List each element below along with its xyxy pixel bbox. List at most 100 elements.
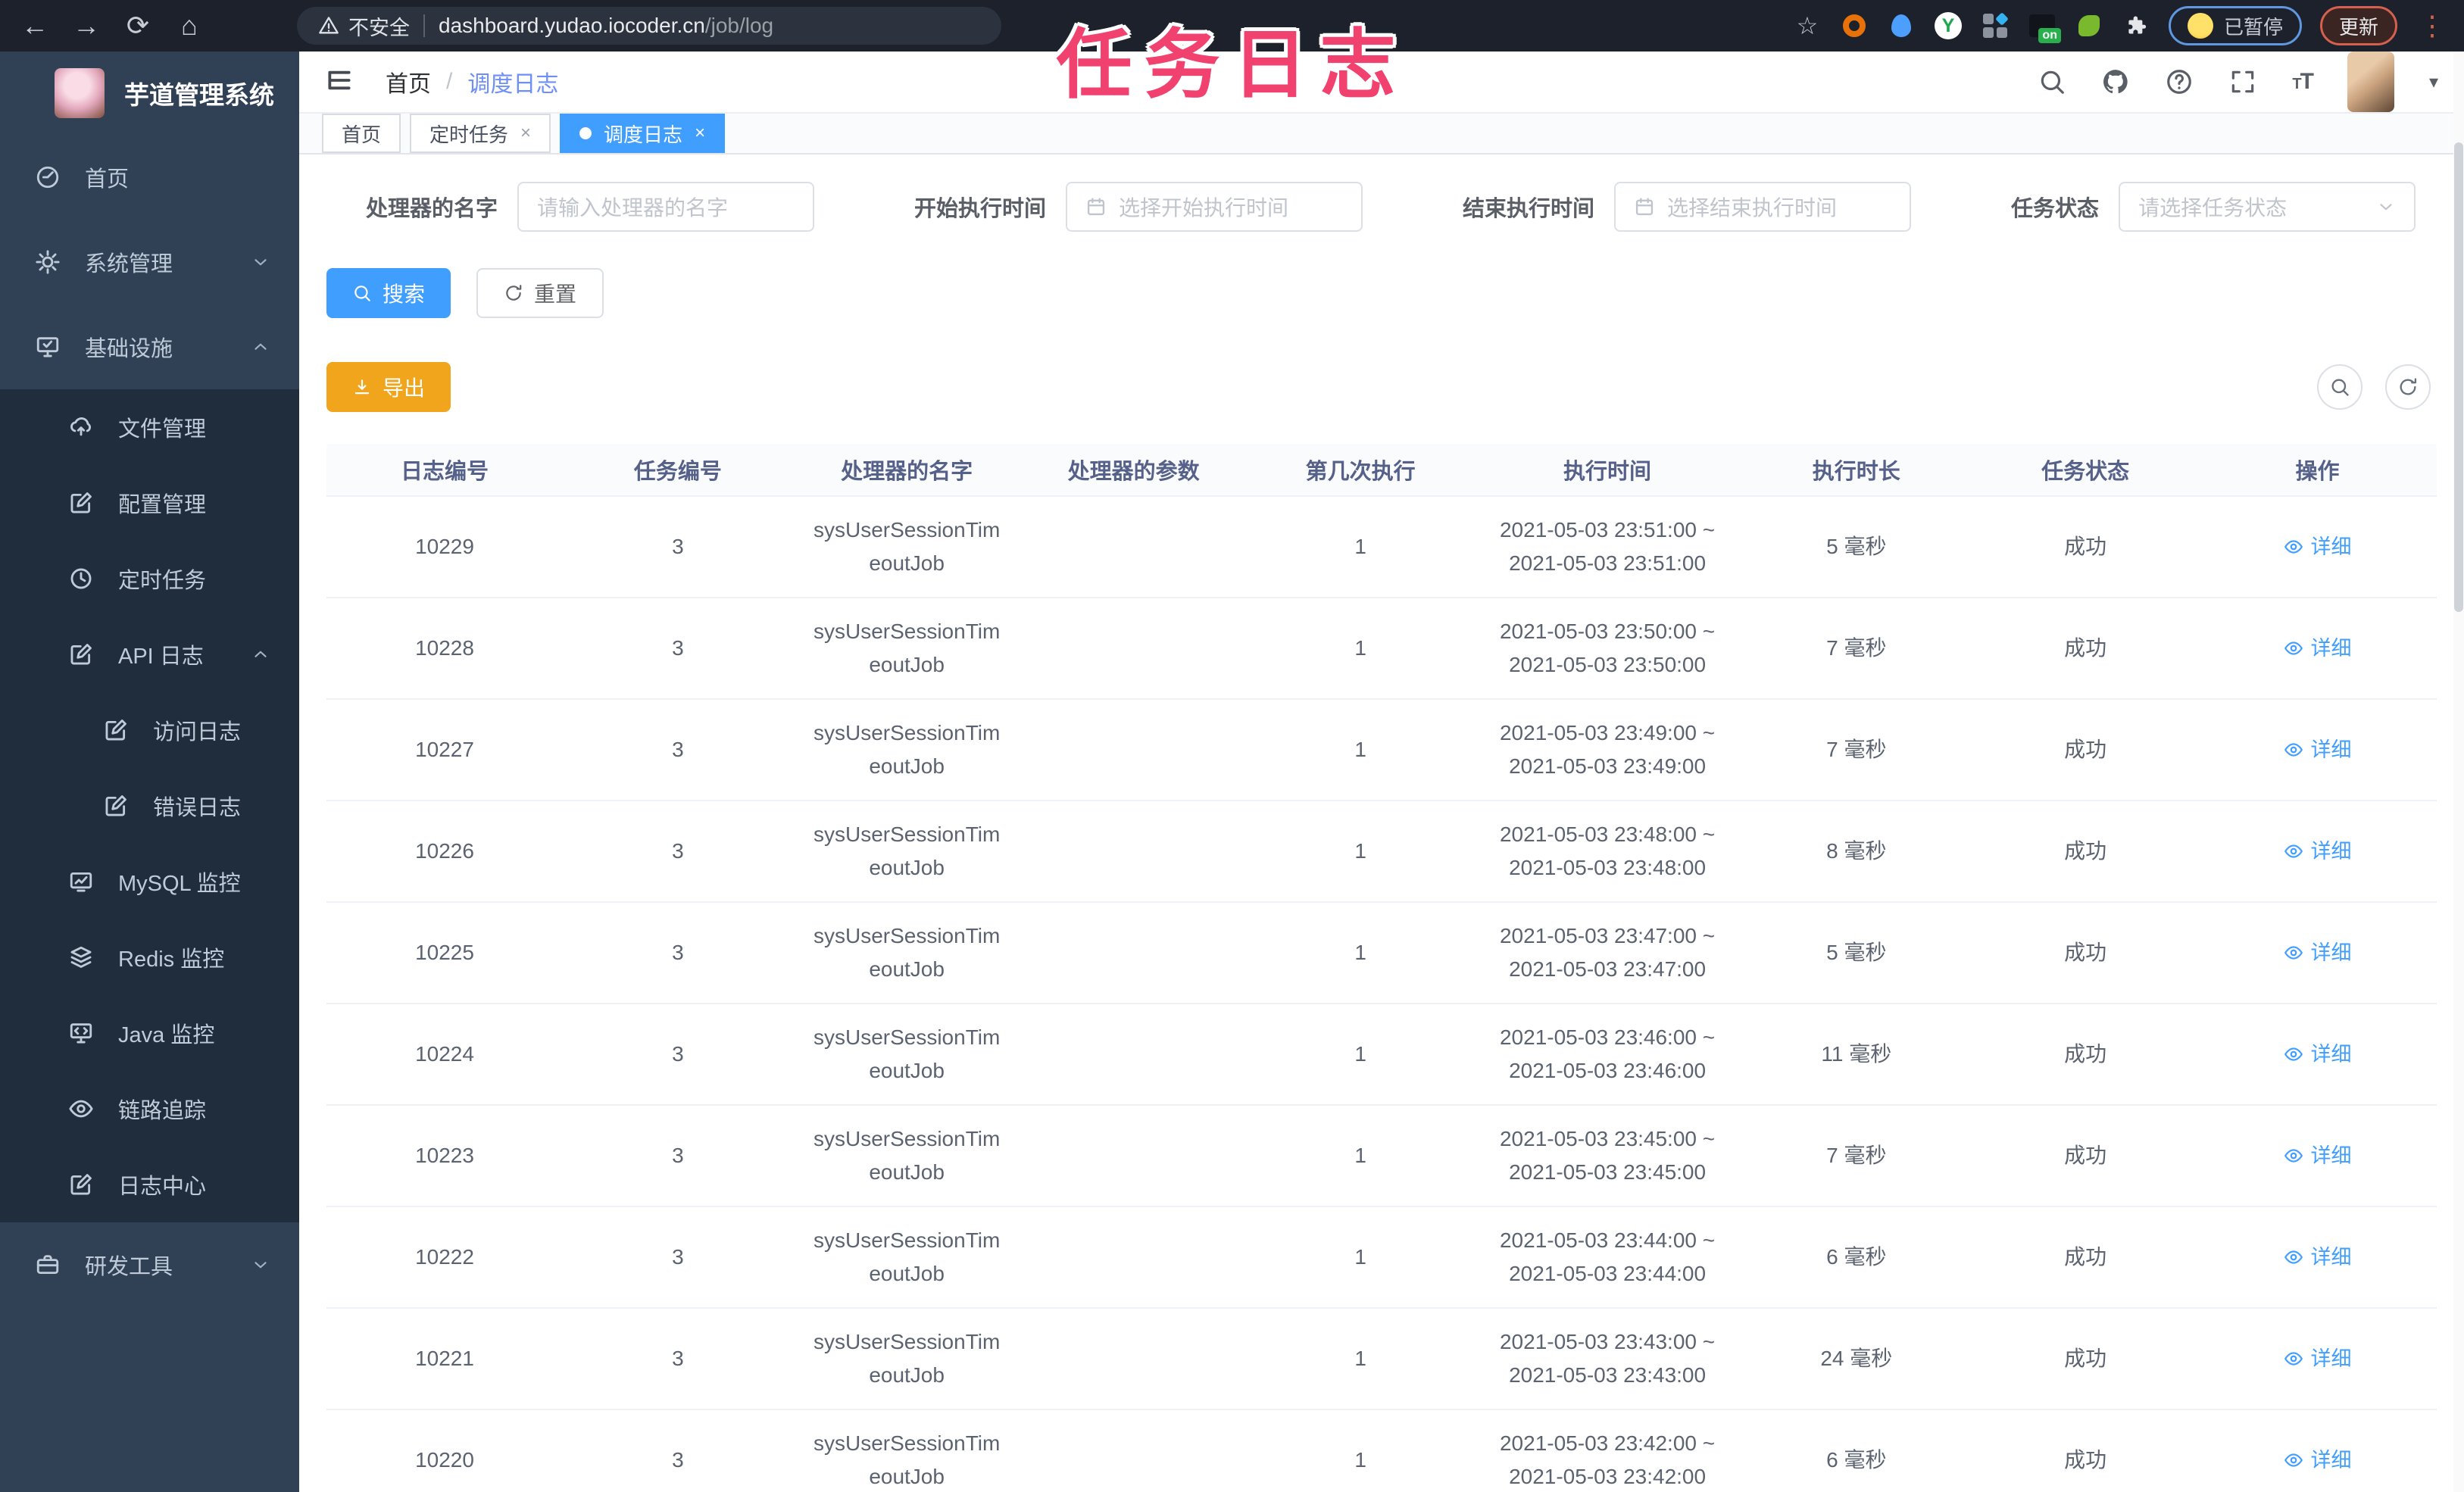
chevron-down-icon	[251, 252, 270, 272]
cell-status: 成功	[2064, 1144, 2107, 1167]
bookmark-star-icon[interactable]: ☆	[1793, 11, 1822, 40]
clock-icon	[68, 566, 94, 591]
sidebar-item-home[interactable]: 首页	[0, 135, 299, 220]
col-duration: 执行时长	[1812, 460, 1900, 484]
sidebar-item-file-manage[interactable]: 文件管理	[0, 389, 299, 465]
cell-execute-index: 1	[1354, 1144, 1366, 1167]
security-warning[interactable]: 不安全	[318, 11, 410, 41]
reset-button[interactable]: 重置	[476, 268, 604, 318]
task-status-select[interactable]: 请选择任务状态	[2119, 182, 2416, 232]
sidebar-item-redis-monitor[interactable]: Redis 监控	[0, 919, 299, 995]
gear-icon	[35, 249, 61, 275]
table-header-row: 日志编号 任务编号 处理器的名字 处理器的参数 第几次执行 执行时间 执行时长 …	[326, 444, 2437, 497]
detail-link[interactable]: 详细	[2284, 632, 2352, 665]
cell-exec-time: 2021-05-03 23:51:00 ~2021-05-03 23:51:00	[1499, 518, 1716, 575]
extension-on-badge-icon[interactable]: on	[2028, 11, 2061, 43]
cell-log-id: 10224	[415, 1042, 474, 1066]
search-button[interactable]: 搜索	[326, 268, 451, 318]
export-button[interactable]: 导出	[326, 362, 451, 412]
browser-forward-icon[interactable]: →	[70, 12, 103, 39]
detail-link[interactable]: 详细	[2284, 936, 2352, 969]
scrollbar-thumb[interactable]	[2454, 142, 2463, 612]
sidebar-item-error-log[interactable]: 错误日志	[0, 768, 299, 844]
cell-duration: 7 毫秒	[1826, 636, 1887, 660]
search-icon[interactable]	[2038, 67, 2066, 96]
detail-link[interactable]: 详细	[2284, 1241, 2352, 1274]
detail-link[interactable]: 详细	[2284, 1444, 2352, 1477]
logo-avatar	[55, 68, 105, 118]
user-avatar[interactable]	[2347, 52, 2394, 112]
cell-execute-index: 1	[1354, 941, 1366, 964]
browser-reload-icon[interactable]: ⟳	[121, 12, 155, 39]
help-icon[interactable]	[2165, 67, 2194, 96]
table-body: 10229 3 sysUserSessionTim eoutJob 1 2021-…	[326, 497, 2437, 1492]
col-exec-time: 执行时间	[1563, 460, 1652, 484]
eye-icon	[2284, 943, 2303, 963]
tab-scheduled-task[interactable]: 定时任务 ×	[410, 114, 551, 153]
table-row: 10229 3 sysUserSessionTim eoutJob 1 2021-…	[326, 497, 2437, 598]
cell-task-id: 3	[672, 1448, 684, 1472]
update-button[interactable]: 更新	[2319, 6, 2397, 45]
breadcrumb-separator: /	[446, 69, 453, 94]
cell-log-id: 10223	[415, 1144, 474, 1167]
sidebar: 芋道管理系统 首页 系统管理 基础设施 文件管理 配置管理 定时任务 API 日…	[0, 52, 299, 1492]
sidebar-item-dev-tools[interactable]: 研发工具	[0, 1222, 299, 1307]
cell-actions: 详细	[2198, 835, 2437, 868]
detail-link[interactable]: 详细	[2284, 1139, 2352, 1172]
detail-link[interactable]: 详细	[2284, 733, 2352, 766]
end-time-input[interactable]: 选择结束执行时间	[1614, 182, 1912, 232]
page-content: 处理器的名字 请输入处理器的名字 开始执行时间 选择开始执行时间 结束执行时间	[299, 155, 2464, 1492]
sidebar-item-java-monitor[interactable]: Java 监控	[0, 995, 299, 1071]
sidebar-item-infra[interactable]: 基础设施	[0, 304, 299, 389]
cell-handler-name: sysUserSessionTim eoutJob	[813, 924, 1001, 981]
extensions-puzzle-icon[interactable]	[2122, 11, 2150, 40]
browser-menu-icon[interactable]: ⋮	[2419, 10, 2446, 42]
sidebar-item-log-center[interactable]: 日志中心	[0, 1147, 299, 1222]
upload-cloud-icon	[68, 414, 94, 440]
log-edit-icon	[68, 641, 94, 667]
cell-exec-time: 2021-05-03 23:47:00 ~2021-05-03 23:47:00	[1499, 924, 1716, 981]
extension-grid-icon[interactable]	[1981, 11, 2010, 40]
font-size-icon[interactable]: TT	[2292, 69, 2314, 95]
tab-job-log[interactable]: 调度日志 ×	[560, 114, 726, 153]
detail-link[interactable]: 详细	[2284, 530, 2352, 563]
sidebar-item-mysql-monitor[interactable]: MySQL 监控	[0, 844, 299, 919]
eye-icon	[2284, 841, 2303, 861]
address-bar[interactable]: 不安全 dashboard.yudao.iocoder.cn/job/log	[297, 7, 1001, 45]
extension-leaf-icon[interactable]	[2075, 11, 2103, 40]
user-caret-icon[interactable]: ▾	[2429, 71, 2438, 93]
refresh-table-button[interactable]	[2385, 364, 2431, 410]
extension-blue-icon[interactable]	[1887, 11, 1916, 40]
cell-status: 成功	[2064, 1245, 2107, 1269]
search-icon	[2329, 376, 2350, 398]
breadcrumb-home[interactable]: 首页	[386, 65, 431, 98]
sidebar-item-config-manage[interactable]: 配置管理	[0, 465, 299, 541]
detail-link[interactable]: 详细	[2284, 835, 2352, 868]
log-edit-icon	[103, 793, 129, 819]
page-scrollbar[interactable]	[2453, 52, 2464, 1492]
sidebar-item-access-log[interactable]: 访问日志	[0, 692, 299, 768]
extension-orange-icon[interactable]	[1840, 11, 1869, 40]
extension-green-circle-icon[interactable]: Y	[1934, 11, 1963, 40]
close-icon[interactable]: ×	[695, 123, 705, 144]
sidebar-item-trace[interactable]: 链路追踪	[0, 1071, 299, 1147]
dashboard-icon	[35, 164, 61, 190]
detail-link[interactable]: 详细	[2284, 1342, 2352, 1375]
fullscreen-icon[interactable]	[2228, 67, 2257, 96]
github-icon[interactable]	[2101, 67, 2130, 96]
handler-name-input[interactable]: 请输入处理器的名字	[517, 182, 815, 232]
sidebar-item-scheduled-task[interactable]: 定时任务	[0, 541, 299, 616]
sidebar-item-api-log[interactable]: API 日志	[0, 616, 299, 692]
detail-link[interactable]: 详细	[2284, 1038, 2352, 1071]
sidebar-logo[interactable]: 芋道管理系统	[0, 52, 299, 135]
toggle-search-button[interactable]	[2317, 364, 2363, 410]
tab-home[interactable]: 首页	[322, 114, 401, 153]
sidebar-toggle-icon[interactable]	[325, 66, 354, 98]
browser-home-icon[interactable]: ⌂	[173, 12, 206, 39]
begin-time-input[interactable]: 选择开始执行时间	[1066, 182, 1363, 232]
browser-back-icon[interactable]: ←	[18, 12, 52, 39]
paused-badge[interactable]: 已暂停	[2168, 6, 2302, 45]
close-icon[interactable]: ×	[520, 123, 531, 144]
edit-icon	[68, 490, 94, 516]
sidebar-item-system[interactable]: 系统管理	[0, 220, 299, 304]
